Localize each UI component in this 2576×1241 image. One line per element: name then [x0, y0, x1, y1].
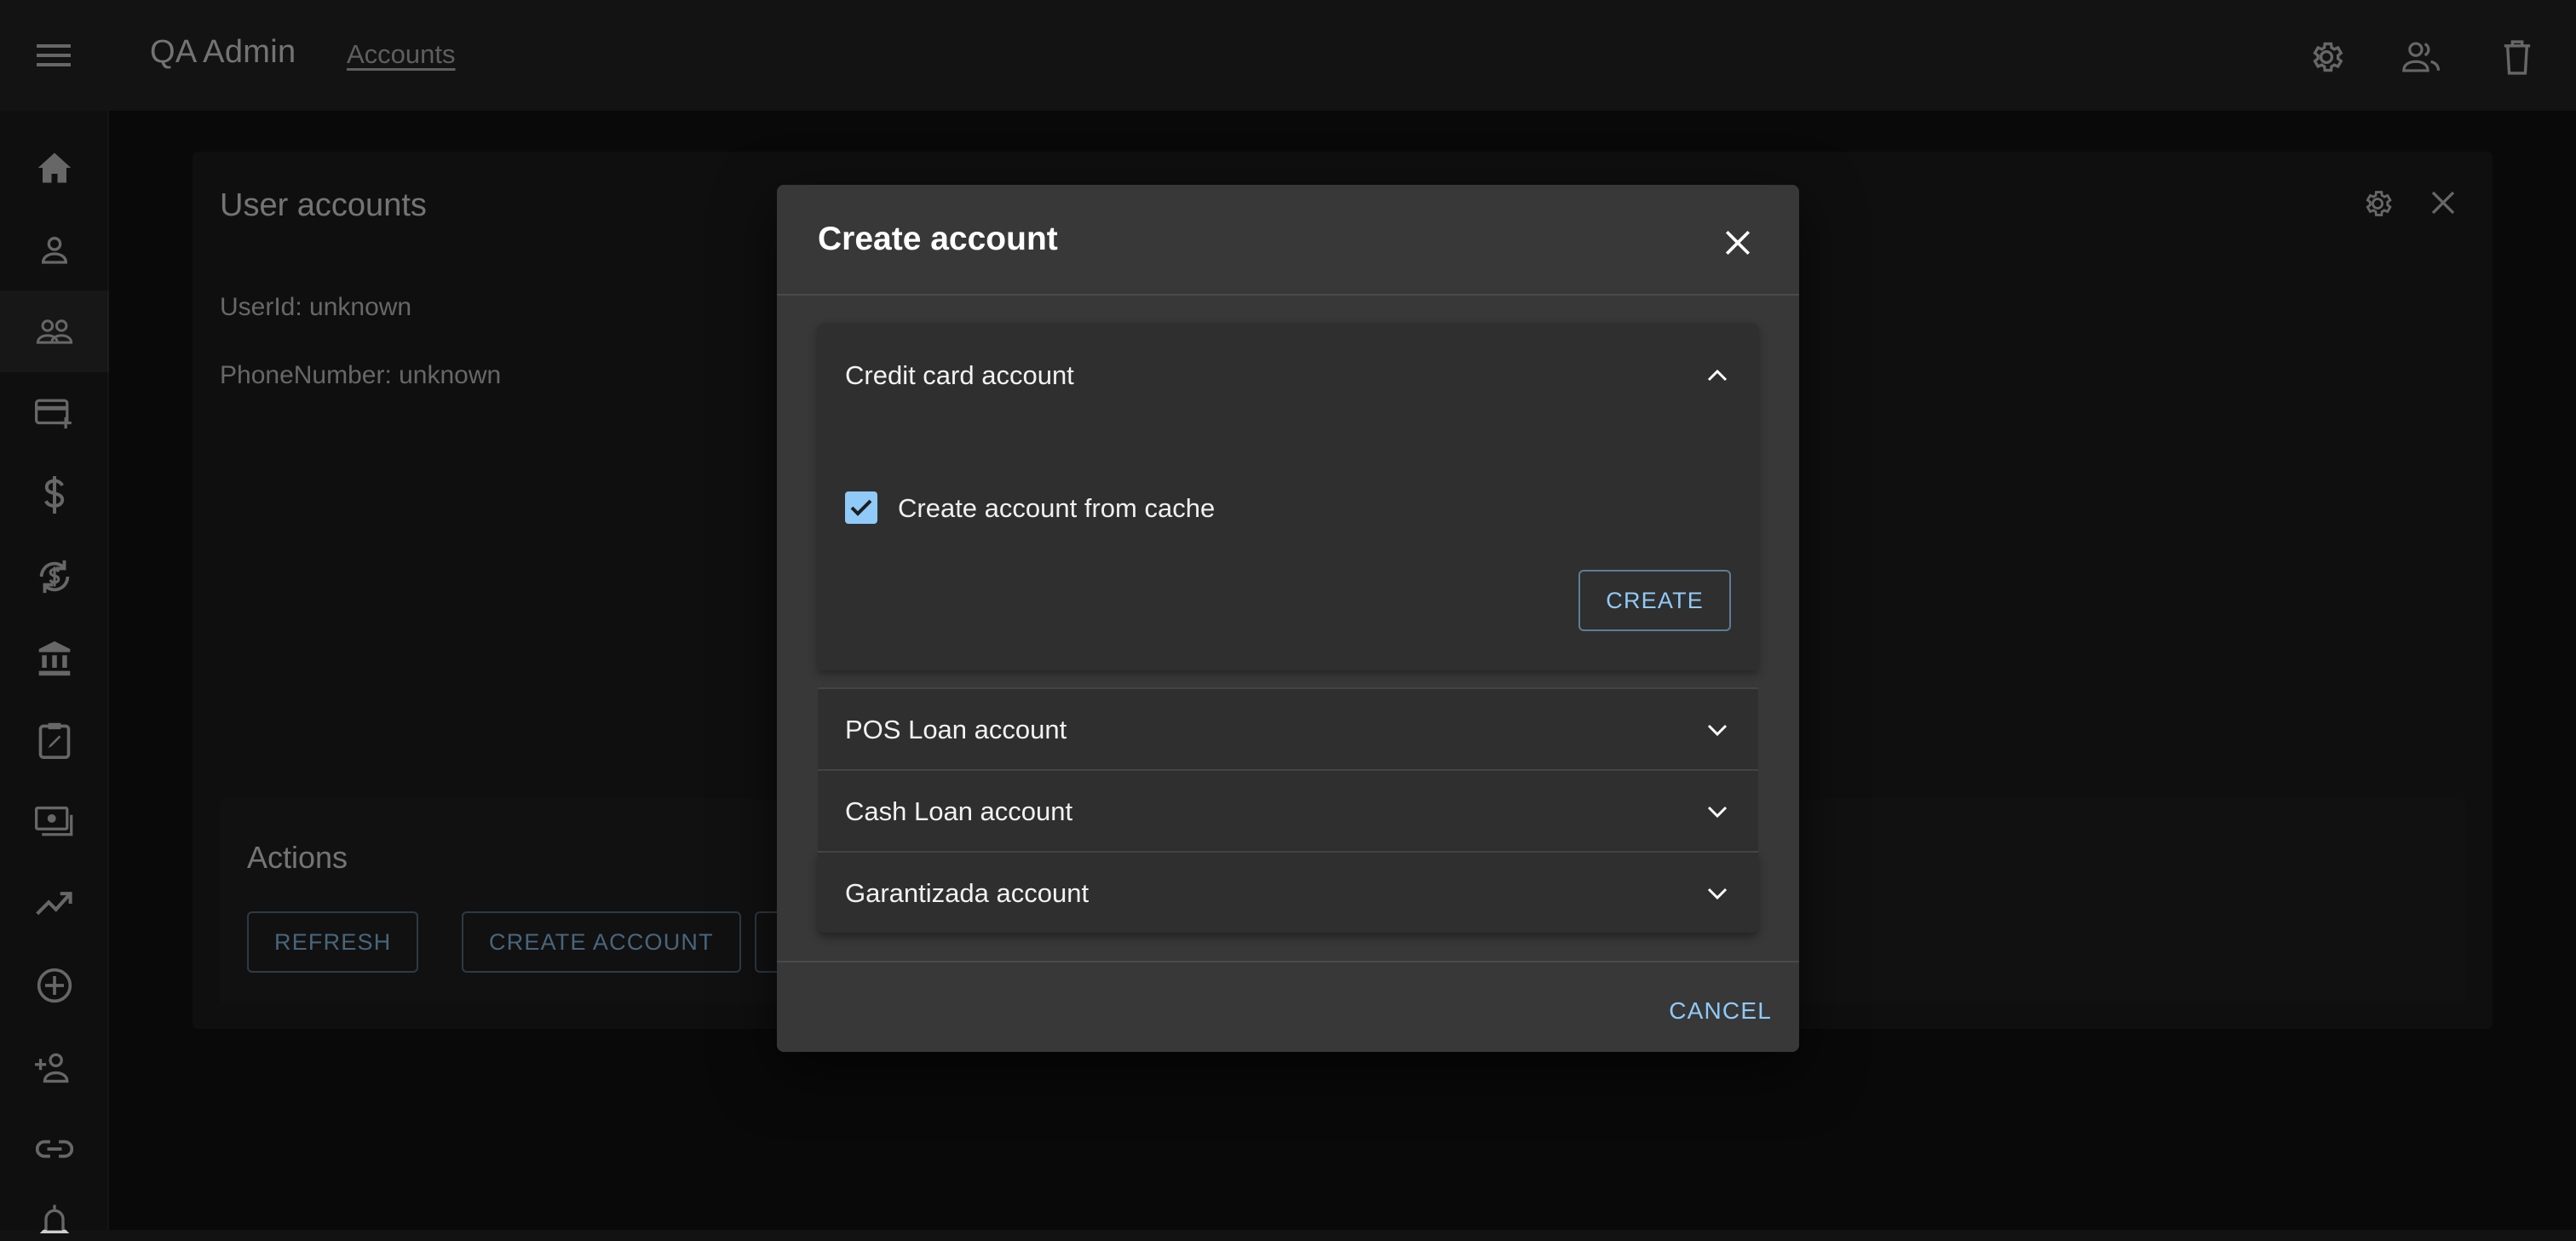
create-account-dialog: Create account Credit card account Creat…	[777, 185, 1799, 1052]
dialog-title: Create account	[818, 221, 1058, 257]
cache-checkbox[interactable]	[845, 491, 877, 524]
dialog-divider-top	[777, 294, 1799, 296]
accordion-cash-loan[interactable]: Cash Loan account	[818, 769, 1758, 851]
accordion-pos-loan[interactable]: POS Loan account	[818, 687, 1758, 769]
dialog-divider-bottom	[777, 961, 1799, 962]
create-button[interactable]: CREATE	[1578, 570, 1731, 631]
chevron-up-icon[interactable]	[1700, 359, 1734, 393]
chevron-down-icon[interactable]	[1700, 713, 1734, 747]
chevron-down-icon[interactable]	[1700, 795, 1734, 829]
chevron-down-icon[interactable]	[1700, 876, 1734, 911]
accordion-header-garantizada[interactable]: Garantizada account	[845, 878, 1089, 909]
close-icon[interactable]	[1714, 219, 1762, 267]
accordion-header-cash-loan[interactable]: Cash Loan account	[845, 796, 1072, 827]
accordion-header-credit-card[interactable]: Credit card account	[845, 360, 1074, 391]
checkbox-label: Create account from cache	[898, 493, 1216, 523]
accordion-garantizada[interactable]: Garantizada account	[818, 851, 1758, 933]
cancel-button[interactable]: CANCEL	[1669, 989, 1772, 1033]
accordion-header-pos-loan[interactable]: POS Loan account	[845, 715, 1067, 745]
accordion-credit-card: Credit card account Create account from …	[818, 323, 1758, 670]
